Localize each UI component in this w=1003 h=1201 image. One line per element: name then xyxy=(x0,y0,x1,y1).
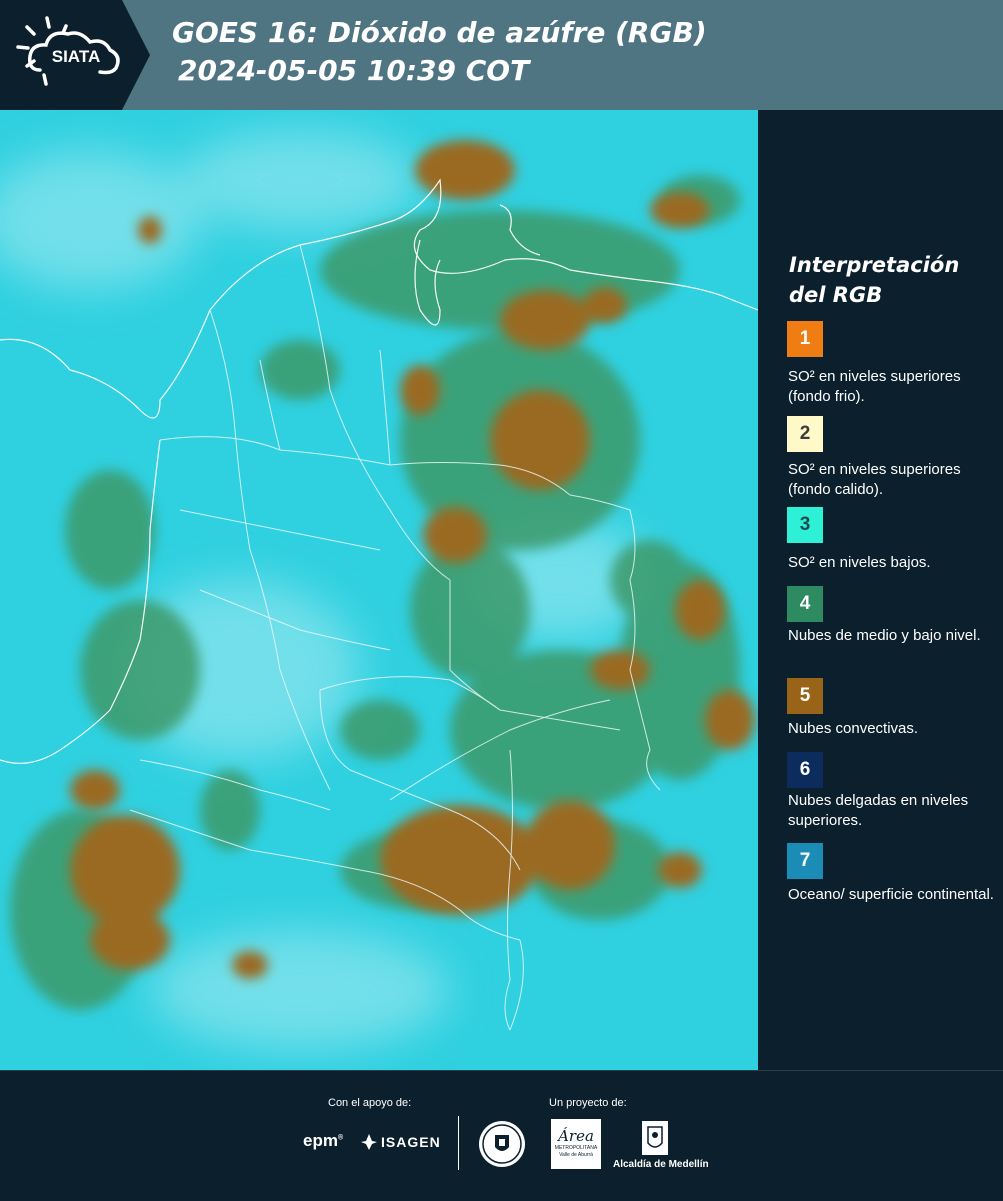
isagen-logo-text: ISAGEN xyxy=(381,1134,441,1150)
epm-logo-text: epm xyxy=(303,1131,338,1150)
legend-label-4: Nubes de medio y bajo nivel. xyxy=(788,627,981,644)
legend-number-5: 5 xyxy=(799,685,811,706)
isagen-logo: ISAGEN xyxy=(360,1133,441,1151)
footer-divider xyxy=(458,1116,459,1170)
legend-title-line-1: Interpretación xyxy=(789,253,960,277)
legend-number-3: 3 xyxy=(799,514,811,535)
legend-number-6: 6 xyxy=(799,759,811,780)
epm-logo: epm® xyxy=(303,1131,344,1150)
medellin-seal-icon xyxy=(479,1121,525,1167)
legend-swatch-5: 5 xyxy=(787,678,823,714)
legend-swatch-4: 4 xyxy=(787,586,823,622)
title-line-1: GOES 16: Dióxido de azúfre (RGB) xyxy=(172,16,707,49)
legend-panel: Interpretación del RGB 1 SO² en niveles s… xyxy=(760,110,1003,1068)
legend-number-7: 7 xyxy=(799,850,811,871)
legend-swatch-6: 6 xyxy=(787,752,823,788)
legend-label-6: Nubes delgadas en niveles superiores. xyxy=(788,792,969,829)
legend-swatch-2: 2 xyxy=(787,416,823,452)
alcaldia-text: Alcaldía de Medellín xyxy=(613,1159,709,1170)
legend-swatch-7: 7 xyxy=(787,843,823,879)
siata-logo: SIATA xyxy=(16,16,120,86)
support-label: Con el apoyo de: xyxy=(328,1097,412,1109)
alcaldia-shield-icon xyxy=(642,1121,668,1155)
isagen-mark-icon xyxy=(361,1134,377,1150)
satellite-map[interactable] xyxy=(0,110,758,1070)
legend-label-7: Oceano/ superficie continental. xyxy=(788,886,994,903)
legend-swatch-1: 1 xyxy=(787,321,823,357)
header: SIATA GOES 16: Dióxido de azúfre (RGB) 2… xyxy=(0,0,1003,110)
legend-title: Interpretación del RGB xyxy=(789,250,989,310)
legend-number-4: 4 xyxy=(799,593,811,614)
legend-number-2: 2 xyxy=(799,423,811,444)
legend-swatch-3: 3 xyxy=(787,507,823,543)
legend-label-3: SO² en niveles bajos. xyxy=(788,554,931,571)
title-line-2: 2024-05-05 10:39 COT xyxy=(178,54,530,87)
area-logo-sub1: METROPOLITANA xyxy=(554,1145,598,1151)
area-logo-sub2: Valle de Aburrá xyxy=(559,1152,593,1158)
legend-label-2: SO² en niveles superiores (fondo calido)… xyxy=(788,461,961,498)
area-logo-text: Área xyxy=(558,1127,594,1145)
footer: Con el apoyo de: Un proyecto de: epm® IS… xyxy=(0,1070,1003,1201)
legend-title-line-2: del RGB xyxy=(789,283,883,307)
logo-text: SIATA xyxy=(52,47,100,66)
logo-panel: SIATA xyxy=(0,0,150,110)
legend-number-1: 1 xyxy=(799,328,811,349)
legend-label-1: SO² en niveles superiores (fondo frio). xyxy=(788,368,961,405)
map-canvas xyxy=(0,110,758,1070)
legend-label-5: Nubes convectivas. xyxy=(788,720,919,737)
area-metropolitana-logo: Área METROPOLITANA Valle de Aburrá xyxy=(551,1119,601,1169)
project-label: Un proyecto de: xyxy=(549,1097,627,1109)
